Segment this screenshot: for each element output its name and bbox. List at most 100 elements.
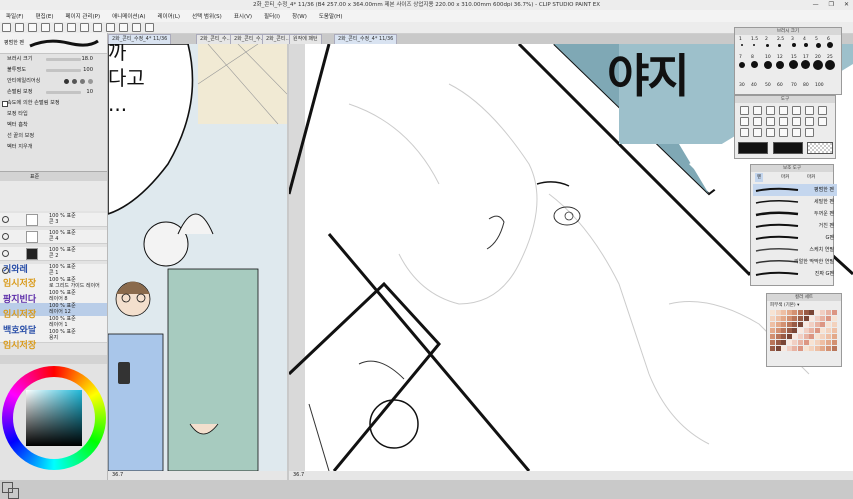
color-swatch[interactable] (809, 316, 815, 321)
eye-icon[interactable] (2, 250, 9, 257)
color-swatch[interactable] (826, 316, 831, 321)
tab-canvas2[interactable]: 2화_콘티_수정_4* 11/36 (334, 34, 398, 44)
tab-marker-2[interactable]: 마커 (807, 173, 815, 182)
minimize-button[interactable]: — (813, 0, 819, 10)
prop-vector-eraser[interactable]: 벡터 지우개 (0, 143, 107, 152)
prop-correction-type[interactable]: 보정 타입 (0, 110, 107, 119)
color-swatch[interactable] (809, 334, 815, 339)
color-swatch[interactable] (775, 346, 781, 351)
color-swatch[interactable] (770, 346, 775, 351)
eraser-icon[interactable] (792, 117, 801, 126)
color-swatch[interactable] (775, 340, 781, 345)
eye-icon[interactable] (2, 233, 9, 240)
color-swatch[interactable] (831, 340, 837, 345)
prop-brush-size[interactable]: 브러시 크기 18.0 (0, 55, 107, 64)
prop-speed-stabilization[interactable]: 속도에 의한 손떨림 보정 (0, 99, 107, 108)
undo-icon[interactable] (41, 23, 50, 32)
color-swatch[interactable] (826, 334, 831, 339)
invert-selection-icon[interactable] (106, 23, 115, 32)
layer-row[interactable]: 100 % 표준 콘 3 (0, 213, 107, 227)
menu-page[interactable]: 페이지 관리(P) (59, 12, 106, 20)
tab-pen[interactable]: 펜 (755, 173, 764, 182)
brush-item[interactable]: 평범한 펜 (753, 184, 837, 196)
menu-selection[interactable]: 선택 범위(S) (186, 12, 228, 20)
tab-canvas1[interactable]: 2화_콘티_수정_4* 11/36 (108, 34, 172, 44)
color-swatch[interactable] (820, 316, 826, 321)
color-swatch[interactable] (803, 328, 809, 333)
color-swatch[interactable] (814, 328, 820, 333)
zoom-level[interactable]: 36.7 (112, 472, 123, 478)
canvas-left[interactable]: 까 다고 ... (108, 44, 287, 471)
color-swatch[interactable] (831, 346, 837, 351)
figure-icon[interactable] (740, 128, 749, 137)
close-button[interactable]: ✕ (844, 0, 849, 10)
color-swatch[interactable] (798, 334, 803, 339)
color-swatch[interactable] (781, 334, 787, 339)
color-swatch[interactable] (770, 334, 775, 339)
color-swatch[interactable] (826, 340, 831, 345)
color-swatch[interactable] (775, 334, 781, 339)
brush-item[interactable]: G펜 (753, 232, 837, 244)
color-swatch[interactable] (814, 334, 820, 339)
brush-item[interactable]: 거친 펜 (753, 220, 837, 232)
airbrush-icon[interactable] (779, 117, 788, 126)
color-swatch[interactable] (814, 322, 820, 327)
color-swatch[interactable] (814, 346, 820, 351)
brush-item[interactable]: 진짜 G펜 (753, 268, 837, 280)
menu-help[interactable]: 도움말(H) (313, 12, 349, 20)
color-swatch[interactable] (826, 328, 831, 333)
color-swatch[interactable] (831, 310, 837, 315)
sub-color-chip[interactable] (8, 488, 19, 499)
sub-color-swatch[interactable] (773, 142, 803, 154)
color-swatch[interactable] (798, 340, 803, 345)
brush-item[interactable]: 리얼한 딱딱한 연필 (753, 256, 837, 268)
tab-marker[interactable]: 마커 (781, 173, 789, 182)
auto-select-icon[interactable] (805, 106, 814, 115)
transparent-swatch[interactable] (807, 142, 833, 154)
color-swatch[interactable] (786, 328, 792, 333)
layer-row[interactable]: 100 % 표준 콘 2 (0, 247, 107, 261)
color-swatch[interactable] (820, 340, 826, 345)
color-swatch[interactable] (809, 328, 815, 333)
color-swatch[interactable] (792, 340, 798, 345)
color-swatch[interactable] (798, 328, 803, 333)
color-swatch[interactable] (792, 346, 798, 351)
correction-icon[interactable] (805, 128, 814, 137)
color-swatch[interactable] (831, 328, 837, 333)
menu-animation[interactable]: 애니메이션(A) (106, 12, 151, 20)
prop-stabilization[interactable]: 손떨림 보정 10 (0, 88, 107, 97)
pen-tool-icon[interactable] (740, 117, 749, 126)
color-swatch[interactable] (820, 328, 826, 333)
zoom-level[interactable]: 36.7 (293, 472, 304, 478)
color-swatch[interactable] (798, 346, 803, 351)
color-swatch[interactable] (781, 346, 787, 351)
color-swatch[interactable] (814, 310, 820, 315)
brush-item[interactable]: 두꺼운 펜 (753, 208, 837, 220)
color-swatch[interactable] (786, 334, 792, 339)
color-swatch[interactable] (798, 316, 803, 321)
menu-layer[interactable]: 레이어(L) (152, 12, 187, 20)
deselect-icon[interactable] (93, 23, 102, 32)
color-swatch[interactable] (786, 340, 792, 345)
color-swatch[interactable] (770, 328, 775, 333)
open-file-icon[interactable] (15, 23, 24, 32)
color-swatch[interactable] (770, 322, 775, 327)
color-swatch[interactable] (831, 316, 837, 321)
transform-icon[interactable] (119, 23, 128, 32)
snap-icon[interactable] (132, 23, 141, 32)
layer-row[interactable]: 100 % 표준 콘 4 (0, 230, 107, 244)
color-swatch[interactable] (820, 322, 826, 327)
blend-mode-select[interactable]: 표준 (30, 173, 39, 180)
tab-canvas2-extra[interactable]: 원작에 패턴 (289, 34, 322, 44)
color-swatch[interactable] (775, 322, 781, 327)
color-swatch[interactable] (792, 316, 798, 321)
color-swatch[interactable] (792, 334, 798, 339)
color-swatch[interactable] (798, 322, 803, 327)
color-swatch-grid[interactable] (770, 310, 838, 354)
color-swatch[interactable] (826, 322, 831, 327)
selection-tool-icon[interactable] (792, 106, 801, 115)
fill-tool-icon[interactable] (805, 117, 814, 126)
prop-line-end[interactable]: 선 끝의 보정 (0, 132, 107, 141)
color-swatch[interactable] (826, 310, 831, 315)
color-swatch[interactable] (826, 346, 831, 351)
